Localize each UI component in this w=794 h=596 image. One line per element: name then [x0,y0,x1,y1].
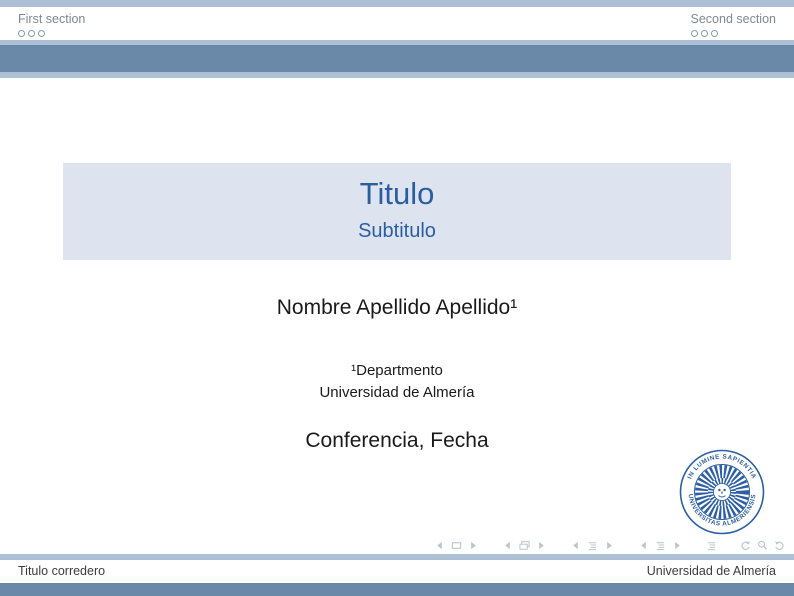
back-icon[interactable] [740,540,751,551]
footer-institution: Universidad de Almería [647,560,776,582]
author-name: Nombre Apellido Apellido¹ [0,296,794,320]
header-blue-bar [0,45,794,72]
slide-title: Titulo [63,177,731,211]
conference-date: Conferencia, Fecha [0,429,794,453]
headline-bar: First section Second section [0,7,794,40]
title-box: Titulo Subtitulo [63,163,731,260]
slide-dot[interactable] [18,30,25,37]
slide-frame-icon[interactable] [451,540,462,551]
header-second-section: Second section [691,12,776,37]
institute-department: ¹Departmento [0,360,794,382]
slide-dot[interactable] [711,30,718,37]
prev-subsection-icon[interactable] [570,540,581,551]
prev-slide-icon[interactable] [434,540,445,551]
slide-subtitle: Subtitulo [63,219,731,243]
subsection-list-icon[interactable] [587,540,598,551]
university-seal-logo: IN LUMINE SAPIENTIA UNIVERSITAS ALMERIEN… [679,449,765,535]
prev-section-icon[interactable] [638,540,649,551]
top-edge-stripe [0,0,794,7]
next-frame-icon[interactable] [536,540,547,551]
header-lower-stripe [0,72,794,78]
footer-short-title: Titulo corredero [18,560,105,582]
beamer-navigation-bar [428,538,785,553]
prev-frame-icon[interactable] [502,540,513,551]
slide-dot[interactable] [38,30,45,37]
presentation-list-icon[interactable] [706,540,717,551]
slide-dot[interactable] [691,30,698,37]
next-section-icon[interactable] [672,540,683,551]
institute-block: ¹Departmento Universidad de Almería [0,360,794,404]
slide-dots-first-section[interactable] [18,30,85,37]
footer-band: Titulo corredero Universidad de Almería [0,560,794,583]
section-link-second[interactable]: Second section [691,12,776,27]
institute-university: Universidad de Almería [0,382,794,404]
next-slide-icon[interactable] [468,540,479,551]
section-link-first[interactable]: First section [18,12,85,27]
slide-dot[interactable] [701,30,708,37]
forward-icon[interactable] [774,540,785,551]
beamer-title-slide: First section Second section Titulo Subt… [0,0,794,596]
search-icon[interactable] [757,540,768,551]
next-subsection-icon[interactable] [604,540,615,551]
slide-dots-second-section[interactable] [691,30,776,37]
header-first-section: First section [18,12,85,37]
frame-stack-icon[interactable] [519,540,530,551]
section-list-icon[interactable] [655,540,666,551]
footer-blue-bar [0,583,794,596]
slide-dot[interactable] [28,30,35,37]
